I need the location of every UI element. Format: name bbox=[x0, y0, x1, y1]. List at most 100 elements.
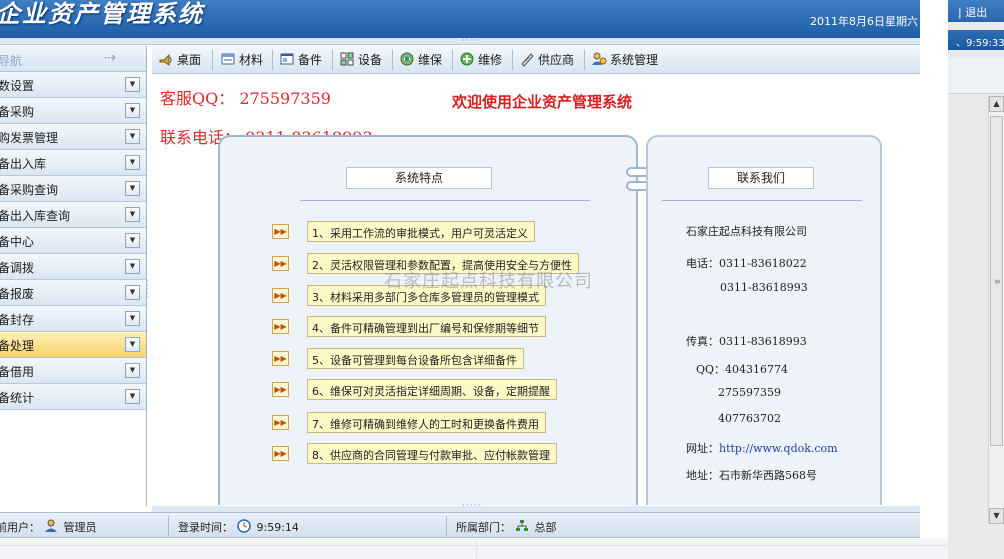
chevron-down-icon[interactable]: ▼ bbox=[125, 77, 140, 92]
sidebar-item-label: 备统计 bbox=[0, 391, 35, 405]
sidebar-item-label: 备出入库 bbox=[0, 157, 47, 171]
status-separator bbox=[446, 516, 447, 536]
vertical-scrollbar[interactable]: ▲ ≡ ▼ bbox=[988, 96, 1004, 524]
sidebar-item[interactable]: 备封存 ▼ bbox=[0, 306, 146, 332]
toolbar-separator bbox=[584, 50, 585, 70]
chevron-down-icon[interactable]: ▼ bbox=[125, 259, 140, 274]
contact-website-line: 网址：http://www.qdok.com bbox=[686, 440, 838, 456]
sidebar-item[interactable]: 备处理 ▼ bbox=[0, 332, 146, 358]
contact-website-link[interactable]: http://www.qdok.com bbox=[719, 442, 838, 455]
chevron-down-icon[interactable]: ▼ bbox=[125, 311, 140, 326]
sidebar-item[interactable]: 备报废 ▼ bbox=[0, 280, 146, 306]
chevron-down-icon[interactable]: ▼ bbox=[125, 233, 140, 248]
contact-phone-line: 电话：0311-83618022 bbox=[686, 255, 807, 271]
chevron-down-icon[interactable]: ▼ bbox=[125, 285, 140, 300]
panel-divider bbox=[662, 200, 862, 201]
sidebar-item[interactable]: 备出入库查询 ▼ bbox=[0, 202, 146, 228]
status-user: 前用户： 管理员 bbox=[0, 519, 97, 535]
chevron-down-icon[interactable]: ▼ bbox=[125, 337, 140, 352]
chevron-down-icon[interactable]: ▼ bbox=[125, 103, 140, 118]
chevron-down-icon[interactable]: ▼ bbox=[125, 155, 140, 170]
status-dept-value: 总部 bbox=[534, 521, 557, 534]
splitter-grip-icon: ····· bbox=[462, 36, 482, 46]
logout-label: 退出 bbox=[965, 6, 988, 19]
toolbar-label: 维修 bbox=[478, 53, 503, 67]
sidebar-item-label: 备中心 bbox=[0, 235, 35, 249]
status-login-time: 登录时间： 9:59:14 bbox=[178, 519, 299, 535]
app-header: 企业资产管理系统 2011年8月6日星期六 bbox=[0, 0, 920, 38]
app-window: 企业资产管理系统 2011年8月6日星期六 ····· | 退出 、9:59:3… bbox=[0, 0, 1004, 559]
double-arrow-icon: ▶▶ bbox=[272, 446, 289, 461]
sidebar-menu: 数设置 ▼ 备采购 ▼ 购发票管理 ▼ 备出入库 ▼ 备采购查询 ▼ 备出入库查询 ▼ 备中心 ▼ 备调拨 ▼… bbox=[0, 72, 146, 410]
toolbar-separator bbox=[452, 50, 453, 70]
scroll-up-icon[interactable]: ▲ bbox=[989, 96, 1004, 112]
double-arrow-icon: ▶▶ bbox=[272, 288, 289, 303]
sidebar-item[interactable]: 数设置 ▼ bbox=[0, 72, 146, 98]
feature-text: 8、供应商的合同管理与付款审批、应付帐款管理 bbox=[307, 443, 557, 464]
toolbar-maintenance-button[interactable]: 维保 bbox=[399, 51, 442, 69]
collapse-arrow-icon[interactable]: ⇢ bbox=[104, 50, 116, 66]
feature-text: 4、备件可精确管理到出厂编号和保修期等细节 bbox=[307, 316, 546, 337]
desktop-icon bbox=[159, 53, 172, 66]
sidebar-item[interactable]: 备采购 ▼ bbox=[0, 98, 146, 124]
feature-item: ▶▶ 8、供应商的合同管理与付款审批、应付帐款管理 bbox=[272, 443, 612, 465]
background-panel bbox=[948, 58, 1004, 94]
feature-text: 7、维修可精确到维修人的工时和更换备件费用 bbox=[307, 412, 546, 433]
sidebar-splitter-grip-icon[interactable]: · · · · · bbox=[146, 278, 149, 302]
status-login-value: 9:59:14 bbox=[256, 521, 299, 534]
sidebar-item[interactable]: 备调拨 ▼ bbox=[0, 254, 146, 280]
clock-time: 9:59:33 bbox=[966, 38, 1004, 49]
toolbar-label: 维保 bbox=[418, 53, 443, 67]
toolbar-label: 桌面 bbox=[177, 53, 202, 67]
sidebar: 导航 ⇢ 数设置 ▼ 备采购 ▼ 购发票管理 ▼ 备出入库 ▼ 备采购查询 ▼ 备出入库查询 ▼ 备中心… bbox=[0, 46, 147, 506]
chevron-down-icon[interactable]: ▼ bbox=[125, 129, 140, 144]
toolbar-spare-part-button[interactable]: 备件 bbox=[279, 51, 322, 69]
welcome-title: 欢迎使用企业资产管理系统 bbox=[452, 93, 633, 111]
top-splitter[interactable]: ····· bbox=[0, 36, 920, 46]
feature-text: 5、设备可管理到每台设备所包含详细备件 bbox=[307, 348, 524, 369]
contact-qq-1: 404316774 bbox=[725, 363, 789, 376]
double-arrow-icon: ▶▶ bbox=[272, 382, 289, 397]
scroll-thumb[interactable]: ≡ bbox=[990, 116, 1003, 446]
feature-item: ▶▶ 4、备件可精确管理到出厂编号和保修期等细节 bbox=[272, 316, 612, 338]
features-panel: 系统特点 ▶▶ 1、采用工作流的审批模式，用户可灵活定义 ▶▶ 2、灵活权限管理和参数… bbox=[218, 135, 638, 505]
chevron-down-icon[interactable]: ▼ bbox=[125, 363, 140, 378]
sidebar-item[interactable]: 购发票管理 ▼ bbox=[0, 124, 146, 150]
contact-title: 联系我们 bbox=[708, 167, 814, 189]
sidebar-item[interactable]: 备中心 ▼ bbox=[0, 228, 146, 254]
logout-link[interactable]: | 退出 bbox=[948, 0, 1004, 22]
status-login-label: 登录时间： bbox=[178, 521, 233, 534]
toolbar-desktop-button[interactable]: 桌面 bbox=[158, 51, 201, 69]
chevron-down-icon[interactable]: ▼ bbox=[125, 389, 140, 404]
toolbar-system-admin-button[interactable]: 系统管理 bbox=[591, 51, 658, 69]
chevron-down-icon[interactable]: ▼ bbox=[125, 207, 140, 222]
toolbar-separator bbox=[332, 50, 333, 70]
toolbar-separator bbox=[212, 50, 213, 70]
sidebar-item[interactable]: 备出入库 ▼ bbox=[0, 150, 146, 176]
panel-divider bbox=[300, 200, 590, 201]
toolbar-separator bbox=[512, 50, 513, 70]
org-chart-icon bbox=[515, 520, 528, 531]
toolbar-material-button[interactable]: 材料 bbox=[220, 51, 263, 69]
main-content: 客服QQ： 275597359 联系电话： 0311-83618993 欢迎使用… bbox=[152, 75, 920, 505]
sidebar-item[interactable]: 备采购查询 ▼ bbox=[0, 176, 146, 202]
status-user-value: 管理员 bbox=[63, 521, 97, 534]
contact-phone-label: 电话： bbox=[686, 257, 719, 270]
scroll-down-icon[interactable]: ▼ bbox=[989, 508, 1004, 524]
sidebar-item-label: 备调拨 bbox=[0, 261, 35, 275]
spare-part-icon bbox=[280, 53, 294, 65]
toolbar-supplier-button[interactable]: 供应商 bbox=[519, 51, 574, 69]
contact-fax: 传真：0311-83618993 bbox=[686, 335, 807, 348]
chevron-down-icon[interactable]: ▼ bbox=[125, 181, 140, 196]
header-date: 2011年8月6日星期六 bbox=[810, 15, 918, 28]
sidebar-item[interactable]: 备借用 ▼ bbox=[0, 358, 146, 384]
double-arrow-icon: ▶▶ bbox=[272, 319, 289, 334]
toolbar-repair-button[interactable]: 维修 bbox=[459, 51, 502, 69]
status-separator bbox=[168, 516, 169, 536]
toolbar-label: 备件 bbox=[298, 53, 323, 67]
sidebar-blank-area bbox=[0, 412, 146, 506]
sidebar-item-label: 备处理 bbox=[0, 339, 35, 353]
sidebar-item[interactable]: 备统计 ▼ bbox=[0, 384, 146, 410]
sidebar-item-label: 备采购查询 bbox=[0, 183, 59, 197]
toolbar-equipment-button[interactable]: 设备 bbox=[339, 51, 382, 69]
